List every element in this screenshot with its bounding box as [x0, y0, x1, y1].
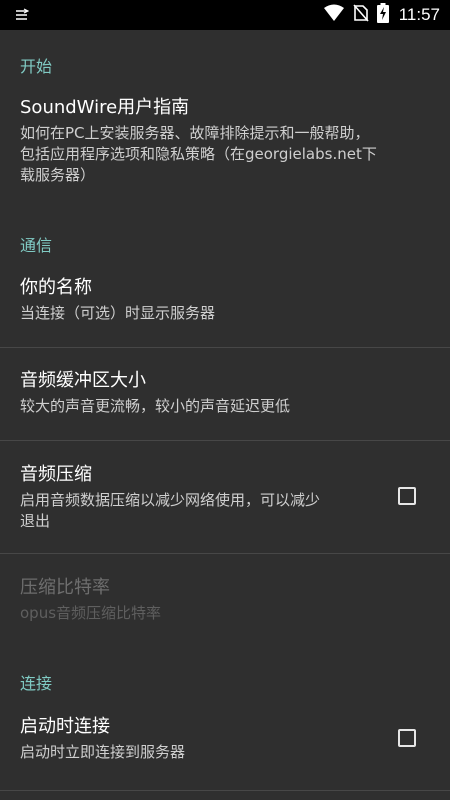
preference-summary: opus音频压缩比特率	[20, 604, 162, 622]
audio-compression-checkbox[interactable]	[398, 487, 416, 505]
summary-line: 启用音频数据压缩以减少网络使用，可以减少	[20, 491, 321, 509]
preference-title: 你的名称	[20, 277, 92, 298]
status-bar: 11:57	[0, 0, 450, 30]
wifi-icon	[323, 4, 345, 26]
battery-charging-icon	[376, 3, 389, 27]
preference-title: 音频压缩	[20, 464, 92, 485]
connect-on-start-checkbox[interactable]	[398, 729, 416, 747]
divider	[0, 347, 450, 348]
divider	[0, 440, 450, 441]
divider	[0, 790, 450, 791]
preference-summary: 启用音频数据压缩以减少网络使用，可以减少 退出	[20, 490, 380, 532]
summary-line: 包括应用程序选项和隐私策略（在georgielabs.net下	[20, 145, 377, 163]
preference-summary: 较大的声音更流畅，较小的声音延迟更低	[20, 397, 291, 415]
user-guide-preference[interactable]: SoundWire用户指南 如何在PC上安装服务器、故障排除提示和一般帮助， 包…	[20, 96, 430, 186]
summary-line: 退出	[20, 512, 51, 530]
summary-line: 如何在PC上安装服务器、故障排除提示和一般帮助，	[20, 124, 370, 142]
preference-title: SoundWire用户指南	[20, 97, 190, 118]
category-header-communication: 通信	[20, 236, 53, 255]
clock: 11:57	[398, 5, 440, 24]
audio-compression-preference[interactable]: 音频压缩 启用音频数据压缩以减少网络使用，可以减少 退出	[20, 463, 380, 532]
preference-summary: 如何在PC上安装服务器、故障排除提示和一般帮助， 包括应用程序选项和隐私策略（在…	[20, 123, 430, 186]
your-name-preference[interactable]: 你的名称 当连接（可选）时显示服务器	[20, 276, 430, 324]
compression-bitrate-preference: 压缩比特率 opus音频压缩比特率	[20, 576, 430, 624]
divider	[0, 553, 450, 554]
category-header-start: 开始	[20, 57, 53, 76]
summary-line: 载服务器）	[20, 166, 96, 184]
preference-summary: 当连接（可选）时显示服务器	[20, 304, 216, 322]
connect-on-start-preference[interactable]: 启动时连接 启动时立即连接到服务器	[20, 715, 380, 763]
no-sim-icon	[353, 4, 369, 26]
preference-title: 音频缓冲区大小	[20, 370, 146, 391]
notification-icon	[15, 7, 30, 26]
preference-summary: 启动时立即连接到服务器	[20, 743, 186, 761]
preference-title: 压缩比特率	[20, 577, 110, 598]
audio-buffer-size-preference[interactable]: 音频缓冲区大小 较大的声音更流畅，较小的声音延迟更低	[20, 369, 430, 417]
preference-title: 启动时连接	[20, 716, 110, 737]
category-header-connection: 连接	[20, 674, 53, 693]
